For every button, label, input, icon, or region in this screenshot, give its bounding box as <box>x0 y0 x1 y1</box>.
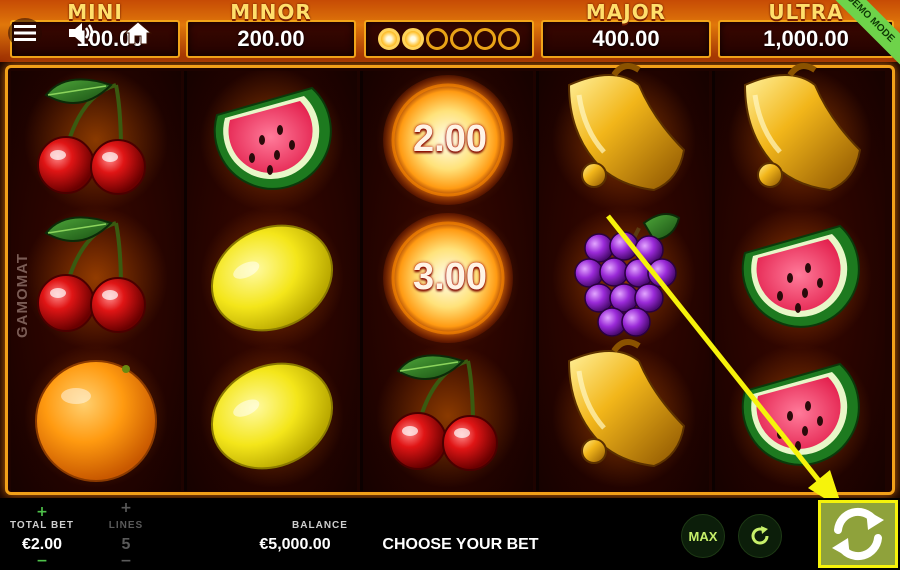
jackpot-progress-dot <box>402 28 424 50</box>
jackpot-ultra-value: 1,000.00 <box>763 26 849 51</box>
menu-button[interactable] <box>8 18 42 48</box>
lines-increase-button[interactable]: + <box>114 500 138 516</box>
jackpot-progress-dot <box>498 28 520 50</box>
max-bet-label: MAX <box>688 528 718 544</box>
max-bet-button[interactable]: MAX <box>681 514 725 558</box>
total-bet-value: €2.00 <box>21 536 63 553</box>
balance-label: BALANCE <box>292 520 348 531</box>
jackpot-major-label: MAJOR <box>585 0 667 24</box>
total-bet-increase-button[interactable]: + <box>30 504 54 520</box>
jackpot-minor-value: 200.00 <box>237 26 305 51</box>
home-button[interactable] <box>120 18 156 48</box>
lines-label: LINES <box>108 520 144 531</box>
total-bet-label: TOTAL BET <box>10 520 74 531</box>
spin-button[interactable] <box>818 500 898 568</box>
balance-value: €5,000.00 <box>259 536 331 553</box>
jackpot-major-value: 400.00 <box>592 26 660 51</box>
fireball-value-middle: 3.00 <box>413 256 487 298</box>
hamburger-icon <box>14 25 36 41</box>
reel-5 <box>715 71 885 491</box>
jackpot-progress-dot <box>474 28 496 50</box>
sound-button[interactable] <box>66 18 98 48</box>
jackpot-minor-box: 200.00 <box>186 20 356 58</box>
lines-decrease-button[interactable]: − <box>114 553 138 569</box>
autoplay-button[interactable] <box>738 514 782 558</box>
jackpot-progress-dot <box>426 28 448 50</box>
jackpot-minor-label: MINOR <box>230 0 312 24</box>
jackpot-progress-box <box>364 20 534 58</box>
autoplay-icon <box>751 526 769 545</box>
home-icon <box>123 21 153 45</box>
spin-icon <box>832 507 884 561</box>
jackpot-progress-dots <box>378 28 520 50</box>
reel-2 <box>187 71 357 491</box>
jackpot-major-box: 400.00 <box>541 20 711 58</box>
reel-4 <box>539 71 709 491</box>
lines-value: 5 <box>121 536 131 553</box>
provider-logo: GAMOMAT <box>14 252 31 338</box>
jackpot-progress-dot <box>378 28 400 50</box>
status-message: CHOOSE YOUR BET <box>382 536 539 553</box>
jackpot-progress-dot <box>450 28 472 50</box>
jackpot-bar: 100.00 MINI 200.00 MINOR 400.00 MAJOR 1,… <box>0 0 900 70</box>
speaker-icon <box>69 23 94 43</box>
fireball-value-top: 2.00 <box>413 118 487 160</box>
total-bet-decrease-button[interactable]: − <box>30 553 54 569</box>
reel-1 <box>11 71 181 491</box>
bottom-bar: + TOTAL BET €2.00 − + LINES 5 − BALANCE … <box>0 498 900 570</box>
